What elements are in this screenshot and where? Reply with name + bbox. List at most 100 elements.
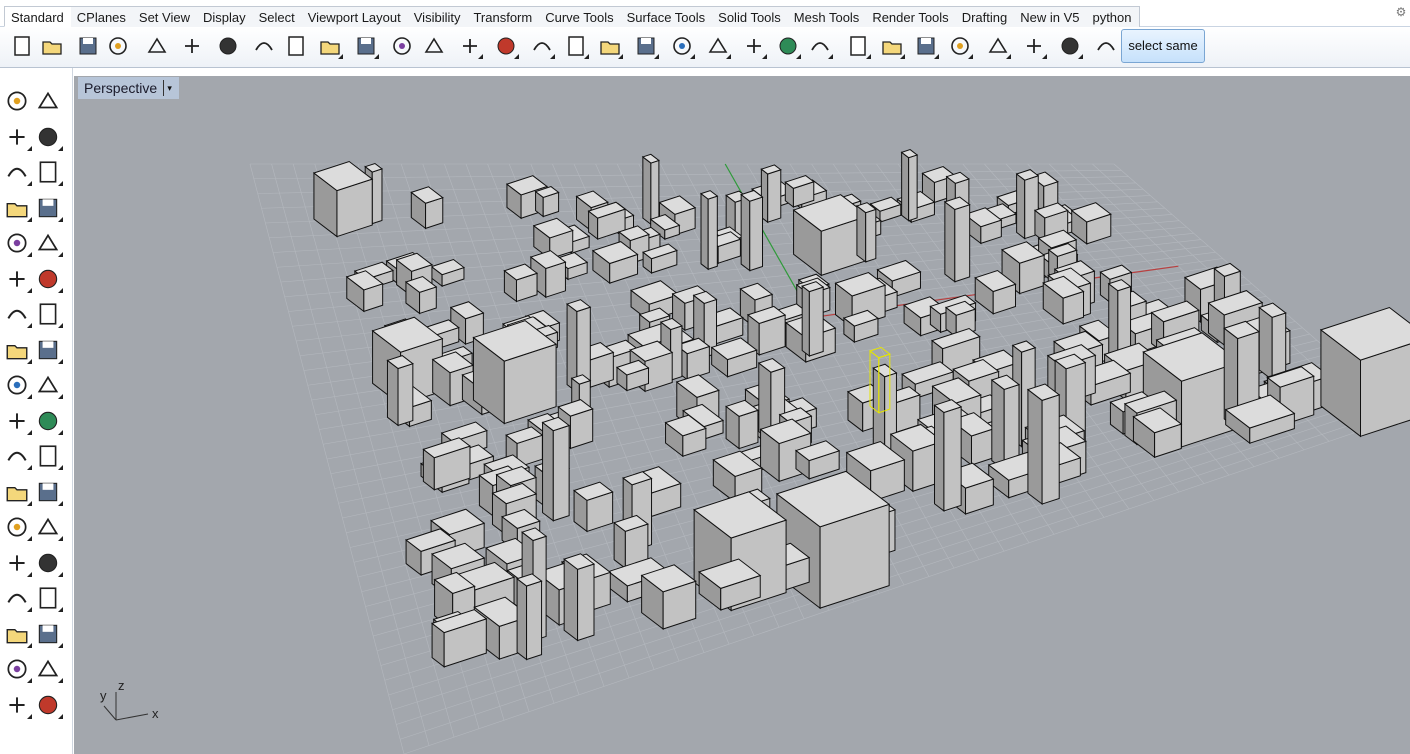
building-box[interactable] [1319,306,1410,438]
open-folder-icon[interactable] [38,32,66,60]
extrude-icon[interactable] [2,583,32,613]
rendered-sphere-icon[interactable] [912,32,940,60]
building-box[interactable] [725,399,759,450]
viewport-layout-icon[interactable] [562,32,590,60]
rectangle-icon[interactable] [33,193,63,223]
undo-icon[interactable] [282,32,310,60]
loft-icon[interactable] [33,264,63,294]
building-box[interactable] [640,564,697,631]
building-box[interactable] [801,281,825,358]
building-box[interactable] [1026,383,1061,506]
arc-icon[interactable] [2,228,32,258]
fillet-icon[interactable] [33,228,63,258]
light-bulb-icon[interactable] [740,32,768,60]
building-box[interactable] [900,149,919,222]
text-icon[interactable] [2,512,32,542]
save-icon[interactable] [74,32,102,60]
grid-array-icon[interactable] [2,619,32,649]
tab-new-in-v5[interactable]: New in V5 [1014,6,1088,27]
render-icon[interactable] [946,32,974,60]
building-box[interactable] [699,190,719,271]
point-icon[interactable] [33,86,63,116]
building-box[interactable] [516,573,543,661]
zoom-extents-icon[interactable] [456,32,484,60]
mesh-icon[interactable] [33,335,63,365]
offset-icon[interactable] [2,477,32,507]
ellipse-icon[interactable] [33,157,63,187]
dimension-icon[interactable] [704,32,732,60]
new-file-icon[interactable] [8,32,36,60]
building-box[interactable] [410,186,444,230]
split-icon[interactable] [2,406,32,436]
building-box[interactable] [541,416,571,522]
building-box[interactable] [760,164,782,224]
tab-viewport-layout[interactable]: Viewport Layout [301,6,409,27]
building-box[interactable] [990,374,1021,472]
scale-icon[interactable] [33,512,63,542]
copy-icon[interactable] [214,32,242,60]
rotate-view-icon[interactable] [352,32,380,60]
mirror-icon[interactable] [2,654,32,684]
group-icon[interactable] [2,441,32,471]
building-box[interactable] [740,189,764,272]
tab-mesh-tools[interactable]: Mesh Tools [787,6,868,27]
block-icon[interactable] [2,548,32,578]
building-box[interactable] [1070,202,1112,245]
help-icon[interactable] [1092,32,1120,60]
tab-transform[interactable]: Transform [467,6,541,27]
building-box[interactable] [534,186,560,218]
building-box[interactable] [312,160,374,238]
grid-snap-icon[interactable] [1056,32,1084,60]
import-icon[interactable] [143,32,171,60]
pan-hand-icon[interactable] [316,32,344,60]
shaded-sphere-icon[interactable] [878,32,906,60]
tab-render-tools[interactable]: Render Tools [866,6,957,27]
polygon-icon[interactable] [2,193,32,223]
viewport-scene[interactable] [74,76,1410,754]
polyline-icon[interactable] [2,122,32,152]
paste-icon[interactable] [250,32,278,60]
zoom-icon[interactable] [388,32,416,60]
tab-visibility[interactable]: Visibility [407,6,469,27]
shell-icon[interactable] [2,690,32,720]
select-arrow-icon[interactable] [2,86,32,116]
tab-select[interactable]: Select [252,6,303,27]
lock-icon[interactable] [774,32,802,60]
layer-icon[interactable] [806,32,834,60]
building-box[interactable] [933,399,963,512]
building-box[interactable] [1258,302,1287,381]
analyze-icon[interactable] [33,690,63,720]
building-box[interactable] [855,202,877,263]
zoom-window-icon[interactable] [420,32,448,60]
surface-icon[interactable] [2,264,32,294]
distribute-icon[interactable] [33,583,63,613]
tab-solid-tools[interactable]: Solid Tools [712,6,789,27]
color-wheel-icon[interactable] [844,32,872,60]
building-box[interactable] [943,196,971,283]
options-gear-icon[interactable] [1020,32,1048,60]
tab-set-view[interactable]: Set View [132,6,198,27]
join-icon[interactable] [33,406,63,436]
trim-icon[interactable] [33,370,63,400]
tab-surface-tools[interactable]: Surface Tools [620,6,714,27]
rotate-camera-icon[interactable] [528,32,556,60]
tab-cplanes[interactable]: CPlanes [70,6,134,27]
print-icon[interactable] [104,32,132,60]
tab-display[interactable]: Display [196,6,254,27]
tab-python[interactable]: python [1086,6,1140,27]
zoom-selected-icon[interactable] [492,32,520,60]
tab-standard[interactable]: Standard [4,6,72,27]
cplane-icon[interactable] [632,32,660,60]
perspective-viewport[interactable]: Perspective ▾ z y x [74,76,1410,754]
building-box[interactable] [386,355,414,427]
box-solid-icon[interactable] [2,299,32,329]
check-icon[interactable] [33,654,63,684]
curve-blend-icon[interactable] [33,477,63,507]
curve-icon[interactable] [33,122,63,152]
building-box[interactable] [641,153,660,226]
cut-icon[interactable] [178,32,206,60]
viewport-menu-arrow-icon[interactable]: ▾ [163,80,175,96]
car-icon[interactable] [596,32,624,60]
building-box[interactable] [563,553,596,642]
viewport-title-tab[interactable]: Perspective ▾ [78,77,180,99]
